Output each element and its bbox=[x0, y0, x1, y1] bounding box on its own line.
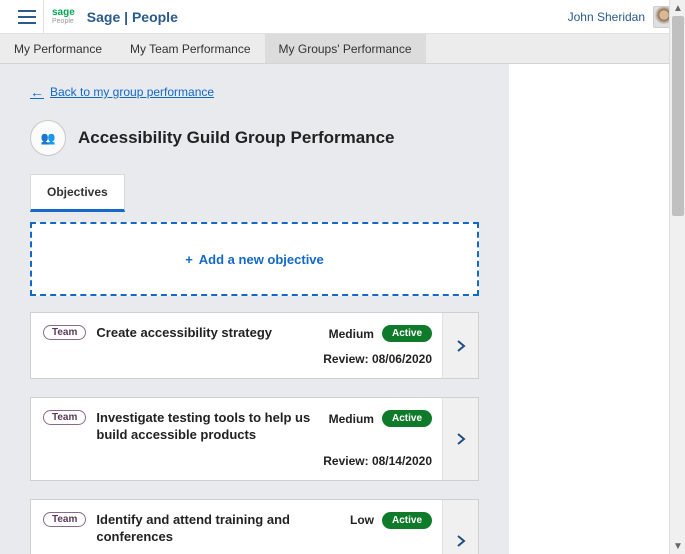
user-name-link[interactable]: John Sheridan bbox=[568, 10, 645, 24]
menu-icon[interactable] bbox=[10, 0, 44, 33]
group-icon: 👥 bbox=[30, 120, 66, 156]
expand-button[interactable] bbox=[442, 398, 478, 480]
objective-card: Team Identify and attend training and co… bbox=[30, 499, 479, 554]
sub-tab-objectives[interactable]: Objectives bbox=[30, 174, 125, 212]
objective-card: Team Create accessibility strategy Mediu… bbox=[30, 312, 479, 379]
add-objective-label: Add a new objective bbox=[199, 252, 324, 267]
tab-my-team-performance[interactable]: My Team Performance bbox=[116, 34, 265, 63]
objective-review: Review: 08/14/2020 bbox=[43, 454, 432, 468]
tab-my-groups-performance[interactable]: My Groups' Performance bbox=[265, 34, 426, 63]
top-tabbar: My Performance My Team Performance My Gr… bbox=[0, 34, 685, 64]
sub-tabs: Objectives bbox=[30, 174, 509, 212]
objective-card: Team Investigate testing tools to help u… bbox=[30, 397, 479, 481]
add-objective-button[interactable]: + Add a new objective bbox=[30, 222, 479, 296]
plus-icon: + bbox=[185, 252, 193, 267]
objective-priority: Medium bbox=[329, 412, 374, 426]
objective-priority: Medium bbox=[329, 327, 374, 341]
top-header: sage People Sage | People John Sheridan bbox=[0, 0, 685, 34]
status-badge: Active bbox=[382, 325, 432, 342]
expand-button[interactable] bbox=[442, 313, 478, 378]
status-badge: Active bbox=[382, 512, 432, 529]
team-pill: Team bbox=[43, 512, 86, 527]
back-link-label: Back to my group performance bbox=[50, 85, 214, 99]
app-title: Sage | People bbox=[87, 9, 178, 25]
page-title: Accessibility Guild Group Performance bbox=[78, 128, 394, 148]
expand-button[interactable] bbox=[442, 500, 478, 554]
main-content: ← Back to my group performance 👥 Accessi… bbox=[0, 64, 509, 554]
objective-review: Review: 08/06/2020 bbox=[43, 352, 432, 366]
team-pill: Team bbox=[43, 410, 86, 425]
status-badge: Active bbox=[382, 410, 432, 427]
objective-priority: Low bbox=[350, 513, 374, 527]
team-pill: Team bbox=[43, 325, 86, 340]
app-logo: sage People Sage | People bbox=[52, 8, 178, 25]
tab-my-performance[interactable]: My Performance bbox=[0, 34, 116, 63]
side-panel bbox=[509, 64, 669, 554]
objective-title: Create accessibility strategy bbox=[96, 325, 318, 342]
scroll-up-arrow-icon[interactable]: ▲ bbox=[670, 0, 685, 16]
objective-title: Investigate testing tools to help us bui… bbox=[96, 410, 318, 444]
scroll-thumb[interactable] bbox=[672, 16, 684, 216]
back-link[interactable]: ← Back to my group performance bbox=[30, 84, 214, 100]
back-arrow-icon: ← bbox=[30, 84, 44, 100]
vertical-scrollbar[interactable]: ▲ ▼ bbox=[669, 0, 685, 554]
scroll-down-arrow-icon[interactable]: ▼ bbox=[670, 538, 685, 554]
objective-title: Identify and attend training and confere… bbox=[96, 512, 340, 546]
